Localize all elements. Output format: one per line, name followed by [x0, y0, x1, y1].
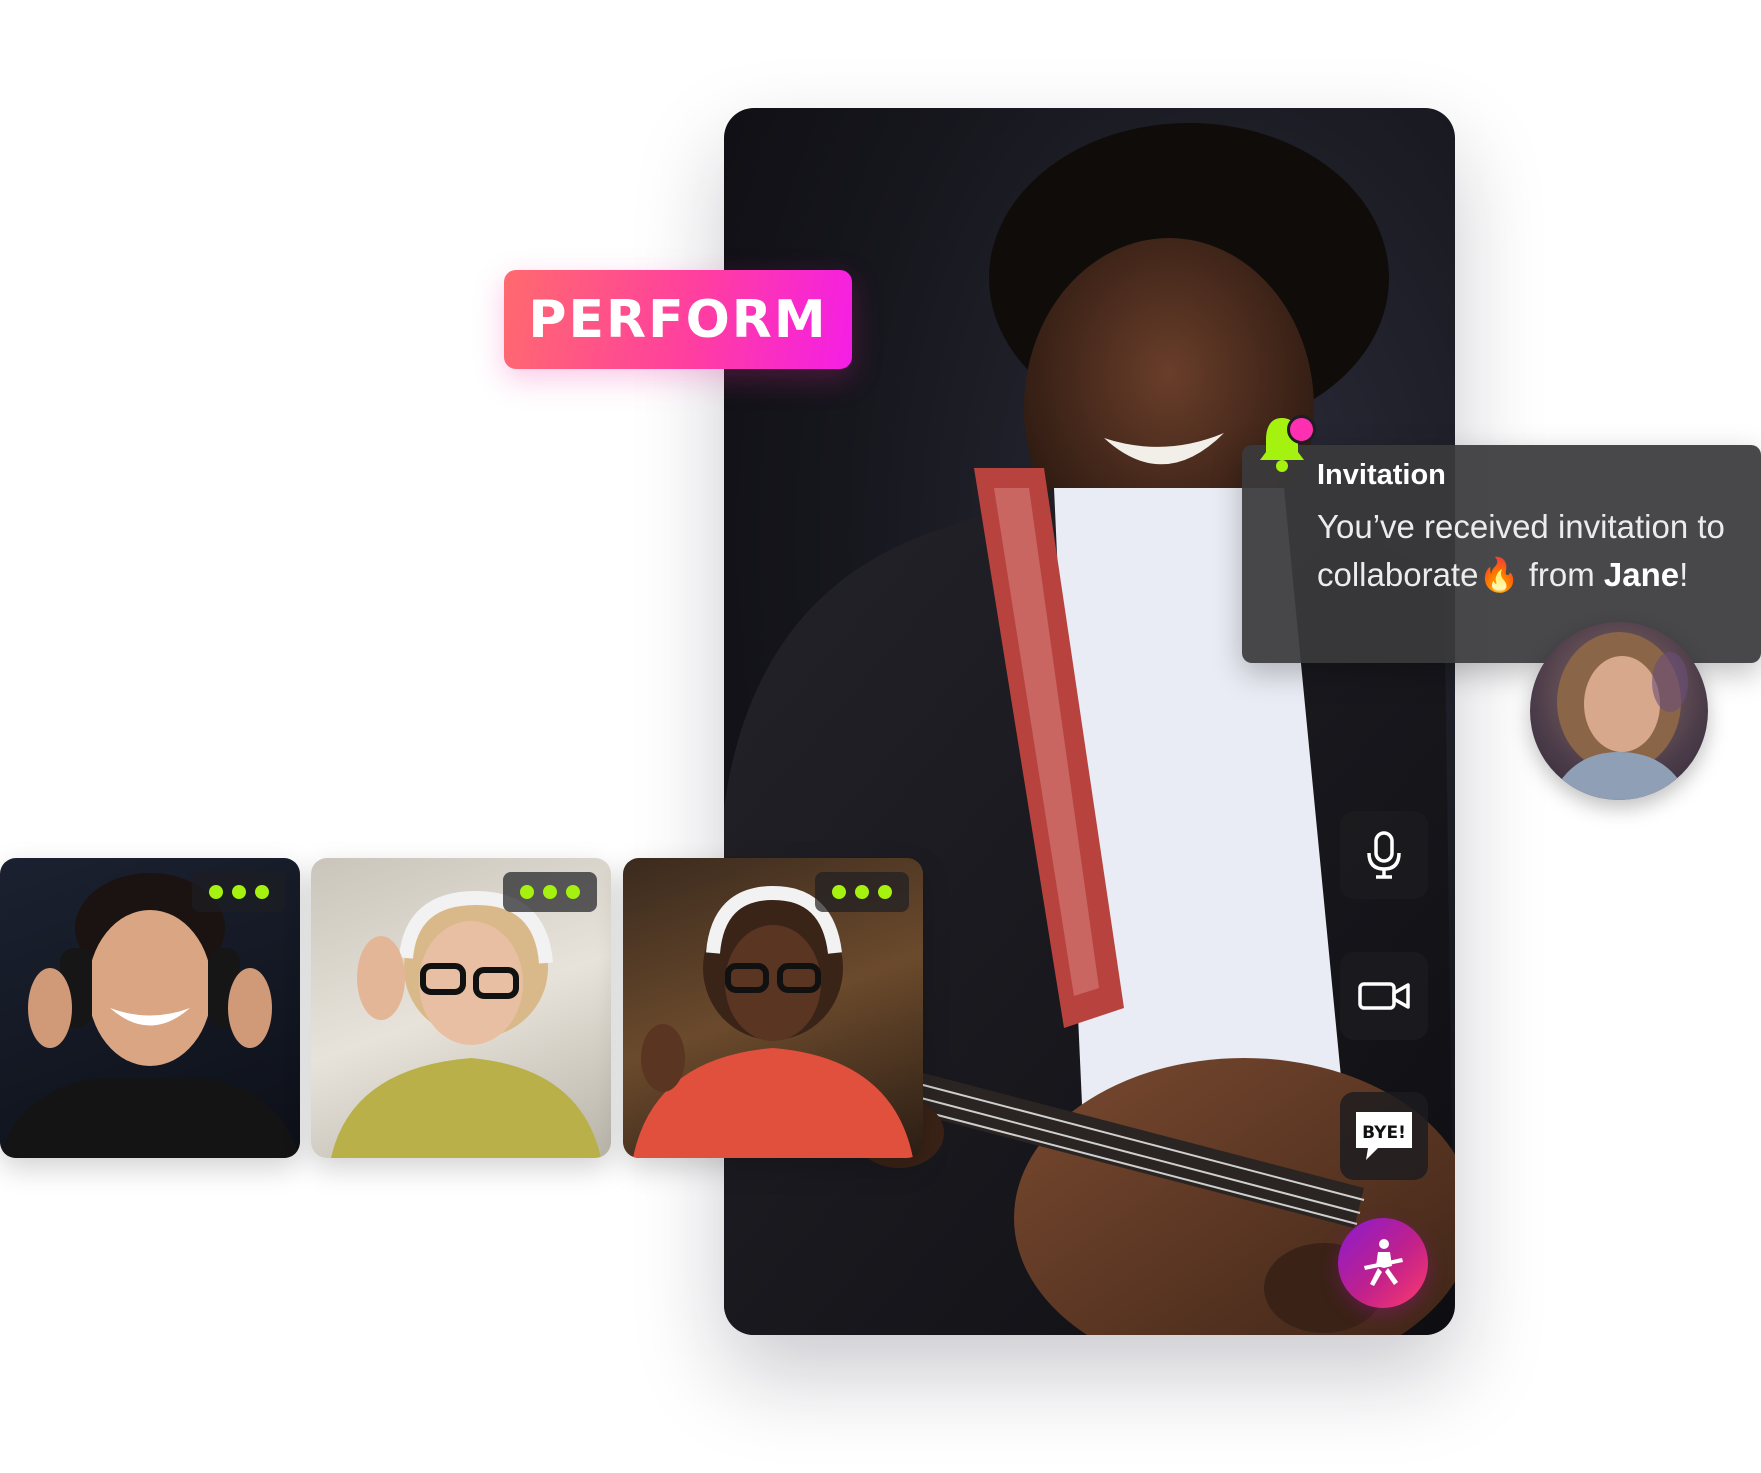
- participant-tile-3[interactable]: [623, 858, 923, 1158]
- participant-3-status: [815, 872, 909, 912]
- status-dot: [232, 885, 246, 899]
- status-dot: [209, 885, 223, 899]
- bye-label: BYE!: [1362, 1123, 1406, 1143]
- notification-message-part2: from: [1528, 556, 1595, 593]
- notification-message-end: !: [1679, 556, 1689, 593]
- guitarist-icon: [1364, 1239, 1403, 1286]
- status-dot: [543, 885, 557, 899]
- notification-dot: [1287, 415, 1316, 444]
- participant-tile-2[interactable]: [311, 858, 611, 1158]
- status-dot: [855, 885, 869, 899]
- leave-button[interactable]: BYE!: [1340, 1092, 1428, 1180]
- status-dot: [566, 885, 580, 899]
- notification-title: Invitation: [1317, 459, 1446, 491]
- stage: PERFORM Invitation You’ve received invit…: [0, 0, 1761, 1473]
- notification-sender-name: Jane: [1603, 556, 1680, 593]
- perform-mode-button[interactable]: [1338, 1218, 1428, 1308]
- invitation-notification[interactable]: Invitation You’ve received invitation to…: [1242, 445, 1761, 663]
- status-dot: [255, 885, 269, 899]
- participant-2-status: [503, 872, 597, 912]
- microphone-button[interactable]: [1340, 811, 1428, 899]
- participant-tile-1[interactable]: [0, 858, 300, 1158]
- camera-button[interactable]: [1340, 952, 1428, 1040]
- fire-emoji-icon: 🔥: [1478, 556, 1520, 593]
- bye-speech-bubble-icon: BYE!: [1356, 1112, 1412, 1160]
- notification-message: You’ve received invitation to collaborat…: [1317, 503, 1747, 599]
- video-camera-icon: [1358, 982, 1410, 1010]
- status-dot: [520, 885, 534, 899]
- status-dot: [878, 885, 892, 899]
- sender-avatar[interactable]: [1530, 622, 1708, 800]
- status-dot: [832, 885, 846, 899]
- microphone-icon: [1367, 831, 1401, 879]
- avatar-image: [1550, 632, 1690, 800]
- perform-badge: PERFORM: [504, 270, 852, 369]
- perform-badge-label: PERFORM: [528, 289, 828, 350]
- participant-1-status: [192, 872, 286, 912]
